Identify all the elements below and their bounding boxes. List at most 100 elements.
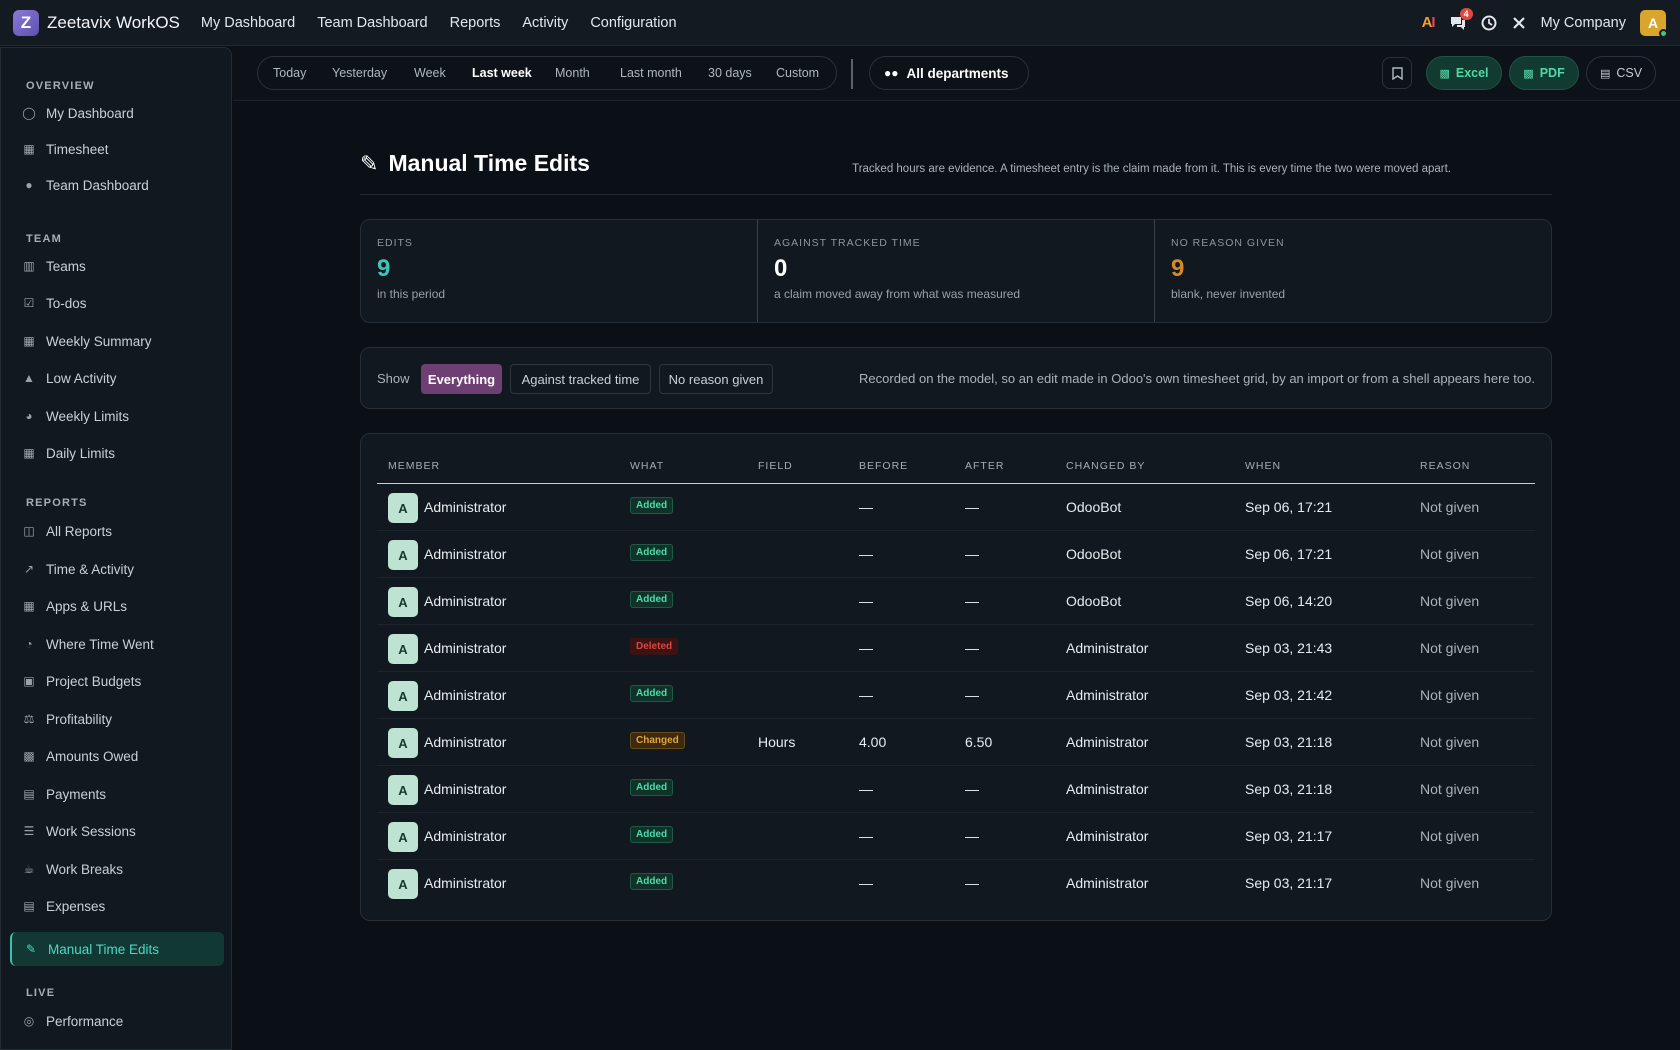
table-row[interactable]: A Administrator Added — — Administrator Sep 03… bbox=[377, 766, 1535, 813]
reason-cell: Not given bbox=[1420, 640, 1480, 656]
col-before[interactable]: BEFORE bbox=[859, 460, 908, 472]
col-member[interactable]: MEMBER bbox=[388, 460, 440, 472]
sidebar-item-todos[interactable]: ☑ To-dos bbox=[10, 286, 224, 320]
table-row[interactable]: A Administrator Changed Hours 4.00 6.50 Admini… bbox=[377, 719, 1535, 766]
member-avatar: A bbox=[388, 587, 418, 617]
sidebar-item-daily-limits[interactable]: ▦ Daily Limits bbox=[10, 436, 224, 470]
member-name: Administrator bbox=[424, 734, 507, 750]
sidebar-item-label: Apps & URLs bbox=[46, 598, 128, 614]
clock-icon[interactable] bbox=[1481, 15, 1497, 31]
edit-icon: ✎ bbox=[360, 150, 379, 176]
export-excel-button[interactable]: ▩ Excel bbox=[1426, 56, 1502, 90]
table-row[interactable]: A Administrator Added — — Administrator Sep 03… bbox=[377, 672, 1535, 719]
reason-cell: Not given bbox=[1420, 828, 1480, 844]
range-month[interactable]: Month bbox=[555, 66, 590, 80]
sidebar-item-expenses[interactable]: ▤ Expenses bbox=[10, 889, 224, 923]
range-30-days[interactable]: 30 days bbox=[708, 66, 752, 80]
sidebar-item-my-dashboard[interactable]: ◯ My Dashboard bbox=[10, 96, 224, 130]
nav-configuration[interactable]: Configuration bbox=[590, 15, 676, 31]
company-switcher[interactable]: My Company bbox=[1541, 15, 1626, 31]
table-row[interactable]: A Administrator Added — — OdooBot Sep 06, 14:2… bbox=[377, 578, 1535, 625]
receipt-icon: ▤ bbox=[23, 899, 35, 913]
sidebar-item-payments[interactable]: ▤ Payments bbox=[10, 777, 224, 811]
tools-icon[interactable] bbox=[1511, 15, 1527, 31]
page-title: ✎ Manual Time Edits bbox=[360, 150, 590, 177]
sidebar-item-time-activity[interactable]: ↗ Time & Activity bbox=[10, 552, 224, 586]
col-changed-by[interactable]: CHANGED BY bbox=[1066, 460, 1145, 472]
sidebar-item-timesheet[interactable]: ▦ Timesheet bbox=[10, 132, 224, 166]
kpi-value: 9 bbox=[1171, 255, 1185, 282]
department-filter[interactable]: ●● All departments bbox=[869, 56, 1029, 90]
ai-assistant-icon[interactable]: AI bbox=[1422, 14, 1436, 31]
filter-chip-against-tracked-time[interactable]: Against tracked time bbox=[510, 364, 651, 394]
table-row[interactable]: A Administrator Added — — OdooBot Sep 06, 17:2… bbox=[377, 531, 1535, 578]
before-cell: — bbox=[859, 687, 873, 703]
before-cell: — bbox=[859, 499, 873, 515]
sidebar-item-label: Teams bbox=[46, 258, 86, 274]
sidebar-item-performance[interactable]: ◎ Performance bbox=[10, 1004, 224, 1038]
sidebar-item-teams[interactable]: ▥ Teams bbox=[10, 249, 224, 283]
sidebar-item-low-activity[interactable]: ▲ Low Activity bbox=[10, 361, 224, 395]
bookmark-button[interactable] bbox=[1382, 57, 1412, 89]
member-name: Administrator bbox=[424, 687, 507, 703]
line-chart-icon: ↗ bbox=[23, 562, 35, 576]
sidebar-item-where-time-went[interactable]: ◔ Where Time Went bbox=[10, 627, 224, 661]
users-icon: ●● bbox=[884, 66, 899, 80]
app-name: Zeetavix WorkOS bbox=[47, 12, 180, 32]
sitemap-icon: ▥ bbox=[23, 259, 35, 273]
nav-team-dashboard[interactable]: Team Dashboard bbox=[317, 15, 427, 31]
sidebar-item-label: Profitability bbox=[46, 711, 113, 727]
changed-by-cell: OdooBot bbox=[1066, 499, 1122, 515]
range-yesterday[interactable]: Yesterday bbox=[332, 66, 387, 80]
when-cell: Sep 03, 21:18 bbox=[1245, 781, 1333, 797]
brand[interactable]: Z Zeetavix WorkOS bbox=[13, 9, 180, 36]
export-csv-button[interactable]: ▤ CSV bbox=[1586, 56, 1656, 90]
sidebar-item-all-reports[interactable]: ◫ All Reports bbox=[10, 514, 224, 548]
sidebar-item-weekly-summary[interactable]: ▦ Weekly Summary bbox=[10, 324, 224, 358]
page-subtitle: Tracked hours are evidence. A timesheet … bbox=[852, 163, 1451, 175]
nav-reports[interactable]: Reports bbox=[450, 15, 501, 31]
sidebar-item-team-dashboard[interactable]: ● Team Dashboard bbox=[10, 168, 224, 202]
filter-chip-no-reason-given[interactable]: No reason given bbox=[659, 364, 773, 394]
sidebar-item-label: Performance bbox=[46, 1013, 124, 1029]
member-avatar: A bbox=[388, 728, 418, 758]
sidebar-item-label: All Reports bbox=[46, 523, 113, 539]
filter-chip-everything[interactable]: Everything bbox=[421, 364, 502, 394]
sidebar-item-weekly-limits[interactable]: ◕ Weekly Limits bbox=[10, 399, 224, 433]
kpi-label: EDITS bbox=[377, 237, 413, 249]
table-row[interactable]: A Administrator Added — — OdooBot Sep 06, 17:2… bbox=[377, 484, 1535, 531]
nav-my-dashboard[interactable]: My Dashboard bbox=[201, 15, 295, 31]
table-row[interactable]: A Administrator Added — — Administrator Sep 03… bbox=[377, 813, 1535, 860]
checkbox-icon: ☑ bbox=[23, 296, 35, 310]
sidebar-item-manual-time-edits[interactable]: ✎ Manual Time Edits bbox=[10, 932, 224, 966]
export-pdf-label: PDF bbox=[1539, 66, 1565, 80]
changed-by-cell: Administrator bbox=[1066, 687, 1149, 703]
range-last-week[interactable]: Last week bbox=[472, 66, 532, 80]
nav-activity[interactable]: Activity bbox=[522, 15, 568, 31]
sidebar-item-apps-urls[interactable]: ▦ Apps & URLs bbox=[10, 589, 224, 623]
sidebar-item-project-budgets[interactable]: ▣ Project Budgets bbox=[10, 664, 224, 698]
user-menu[interactable]: A bbox=[1640, 9, 1668, 38]
col-reason[interactable]: REASON bbox=[1420, 460, 1470, 472]
col-field[interactable]: FIELD bbox=[758, 460, 793, 472]
sidebar-item-label: Team Dashboard bbox=[46, 177, 149, 193]
export-pdf-button[interactable]: ▩ PDF bbox=[1509, 56, 1579, 90]
col-what[interactable]: WHAT bbox=[630, 460, 664, 472]
sidebar-item-amounts-owed[interactable]: ▩ Amounts Owed bbox=[10, 739, 224, 773]
app-logo: Z bbox=[13, 9, 39, 36]
col-when[interactable]: WHEN bbox=[1245, 460, 1281, 472]
chat-icon[interactable]: 4 bbox=[1449, 7, 1473, 31]
sidebar-item-work-sessions[interactable]: ☰ Work Sessions bbox=[10, 814, 224, 848]
kpi-label: NO REASON GIVEN bbox=[1171, 237, 1285, 249]
divider bbox=[851, 59, 853, 89]
sidebar-item-work-breaks[interactable]: ☕ Work Breaks bbox=[10, 852, 224, 886]
range-today[interactable]: Today bbox=[273, 66, 306, 80]
range-week[interactable]: Week bbox=[414, 66, 446, 80]
range-custom[interactable]: Custom bbox=[776, 66, 819, 80]
table-row[interactable]: A Administrator Deleted — — Administrator Sep … bbox=[377, 625, 1535, 672]
sidebar-item-profitability[interactable]: ⚖ Profitability bbox=[10, 702, 224, 736]
col-after[interactable]: AFTER bbox=[965, 460, 1004, 472]
list-icon: ☰ bbox=[23, 824, 35, 838]
table-row[interactable]: A Administrator Added — — Administrator Sep 03… bbox=[377, 860, 1535, 907]
range-last-month[interactable]: Last month bbox=[620, 66, 682, 80]
